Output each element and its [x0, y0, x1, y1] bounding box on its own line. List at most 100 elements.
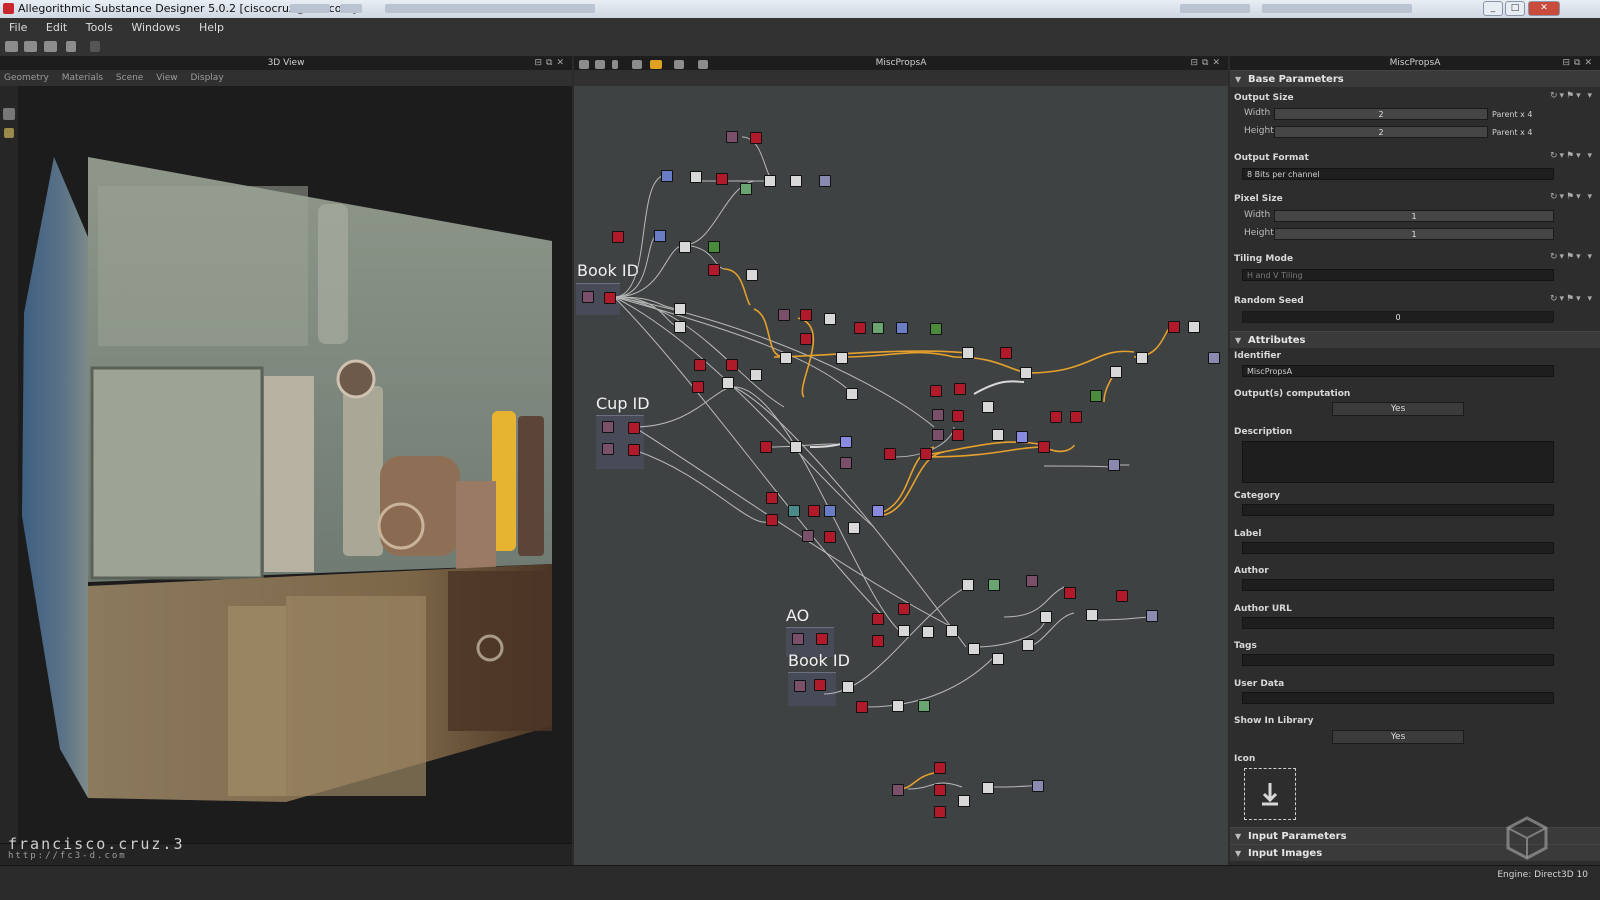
graph-node[interactable]	[602, 421, 614, 433]
graph-node[interactable]	[808, 505, 820, 517]
graph-node[interactable]	[920, 448, 932, 460]
graph-node[interactable]	[1108, 459, 1120, 471]
panel-controls-icon[interactable]: ⊟⧉✕	[534, 57, 568, 70]
graph-node[interactable]	[836, 352, 848, 364]
submenu-view[interactable]: View	[156, 73, 177, 83]
graph-node[interactable]	[954, 383, 966, 395]
graph-node[interactable]	[968, 643, 980, 655]
graph-node[interactable]	[872, 505, 884, 517]
graph-node[interactable]	[988, 579, 1000, 591]
graph-node[interactable]	[922, 626, 934, 638]
new-icon[interactable]	[5, 41, 18, 52]
graph-node[interactable]	[930, 323, 942, 335]
graph-node[interactable]	[1000, 347, 1012, 359]
category-input[interactable]	[1242, 504, 1554, 516]
graph-node[interactable]	[952, 410, 964, 422]
graph-node[interactable]	[790, 441, 802, 453]
output-format-select[interactable]: 8 Bits per channel	[1242, 168, 1554, 180]
graph-node[interactable]	[750, 132, 762, 144]
menu-windows[interactable]: Windows	[131, 21, 180, 34]
menu-tools[interactable]: Tools	[86, 21, 113, 34]
graph-node[interactable]	[726, 131, 738, 143]
graph-node[interactable]	[766, 514, 778, 526]
graph-node[interactable]	[612, 231, 624, 243]
graph-node[interactable]	[694, 359, 706, 371]
graph-node[interactable]	[982, 782, 994, 794]
graph-node[interactable]	[854, 322, 866, 334]
graph-node[interactable]	[722, 377, 734, 389]
graph-node[interactable]	[814, 679, 826, 691]
identifier-input[interactable]: MiscPropsA	[1242, 365, 1554, 377]
graph-node[interactable]	[892, 784, 904, 796]
graph-node[interactable]	[1022, 639, 1034, 651]
user-data-input[interactable]	[1242, 692, 1554, 704]
graph-node[interactable]	[1110, 366, 1122, 378]
graph-node[interactable]	[661, 170, 673, 182]
graph-node[interactable]	[800, 309, 812, 321]
graph-node[interactable]	[1090, 390, 1102, 402]
graph-node[interactable]	[780, 352, 792, 364]
graph-node[interactable]	[856, 701, 868, 713]
graph-node[interactable]	[1208, 352, 1220, 364]
graph-node[interactable]	[918, 700, 930, 712]
graph-node[interactable]	[840, 436, 852, 448]
minimize-button[interactable]: _	[1483, 1, 1503, 16]
graph-node[interactable]	[708, 264, 720, 276]
menu-edit[interactable]: Edit	[46, 21, 67, 34]
graph-node[interactable]	[932, 429, 944, 441]
graph-node[interactable]	[848, 522, 860, 534]
undo-icon[interactable]	[66, 41, 76, 52]
graph-node[interactable]	[1070, 411, 1082, 423]
graph-node[interactable]	[628, 422, 640, 434]
menu-file[interactable]: File	[9, 21, 27, 34]
param-tools-icon[interactable]: ↻▾⚑▾ ▾	[1550, 91, 1594, 101]
graph-node[interactable]	[1026, 575, 1038, 587]
graph-node[interactable]	[766, 492, 778, 504]
graph-node[interactable]	[1040, 611, 1052, 623]
graph-node[interactable]	[679, 241, 691, 253]
output-height-slider[interactable]: 2	[1274, 126, 1488, 138]
graph-node[interactable]	[1038, 441, 1050, 453]
graph-node[interactable]	[946, 625, 958, 637]
pixel-height-slider[interactable]: 1	[1274, 228, 1554, 240]
outputs-computation-toggle[interactable]: Yes	[1332, 402, 1464, 416]
graph-node[interactable]	[764, 175, 776, 187]
submenu-scene[interactable]: Scene	[116, 73, 143, 83]
graph-node[interactable]	[778, 309, 790, 321]
graph-node[interactable]	[1020, 367, 1032, 379]
graph-node[interactable]	[898, 625, 910, 637]
submenu-geometry[interactable]: Geometry	[4, 73, 49, 83]
graph-node[interactable]	[872, 635, 884, 647]
graph-node[interactable]	[1168, 321, 1180, 333]
graph-node[interactable]	[842, 681, 854, 693]
param-tools-icon[interactable]: ↻▾⚑▾ ▾	[1550, 294, 1594, 304]
graph-node[interactable]	[932, 409, 944, 421]
graph-node[interactable]	[840, 457, 852, 469]
description-textarea[interactable]	[1242, 441, 1554, 483]
pixel-width-slider[interactable]: 1	[1274, 210, 1554, 222]
show-in-library-toggle[interactable]: Yes	[1332, 730, 1464, 744]
graph-node[interactable]	[708, 241, 720, 253]
graph-node[interactable]	[1146, 610, 1158, 622]
output-width-slider[interactable]: 2	[1274, 108, 1488, 120]
author-url-input[interactable]	[1242, 617, 1554, 629]
graph-node[interactable]	[958, 795, 970, 807]
random-seed-slider[interactable]: 0	[1242, 311, 1554, 323]
maximize-button[interactable]: □	[1505, 1, 1525, 16]
graph-node[interactable]	[1188, 321, 1200, 333]
save-icon[interactable]	[44, 41, 57, 52]
graph-node[interactable]	[674, 303, 686, 315]
icon-drop-area[interactable]	[1244, 768, 1296, 820]
graph-node[interactable]	[819, 175, 831, 187]
graph-node[interactable]	[604, 292, 616, 304]
graph-node[interactable]	[794, 680, 806, 692]
graph-node[interactable]	[992, 653, 1004, 665]
graph-node[interactable]	[760, 441, 772, 453]
graph-node[interactable]	[792, 633, 804, 645]
graph-node[interactable]	[934, 784, 946, 796]
tags-input[interactable]	[1242, 654, 1554, 666]
graph-node[interactable]	[992, 429, 1004, 441]
graph-node[interactable]	[824, 531, 836, 543]
graph-node[interactable]	[1116, 590, 1128, 602]
graph-node[interactable]	[816, 633, 828, 645]
